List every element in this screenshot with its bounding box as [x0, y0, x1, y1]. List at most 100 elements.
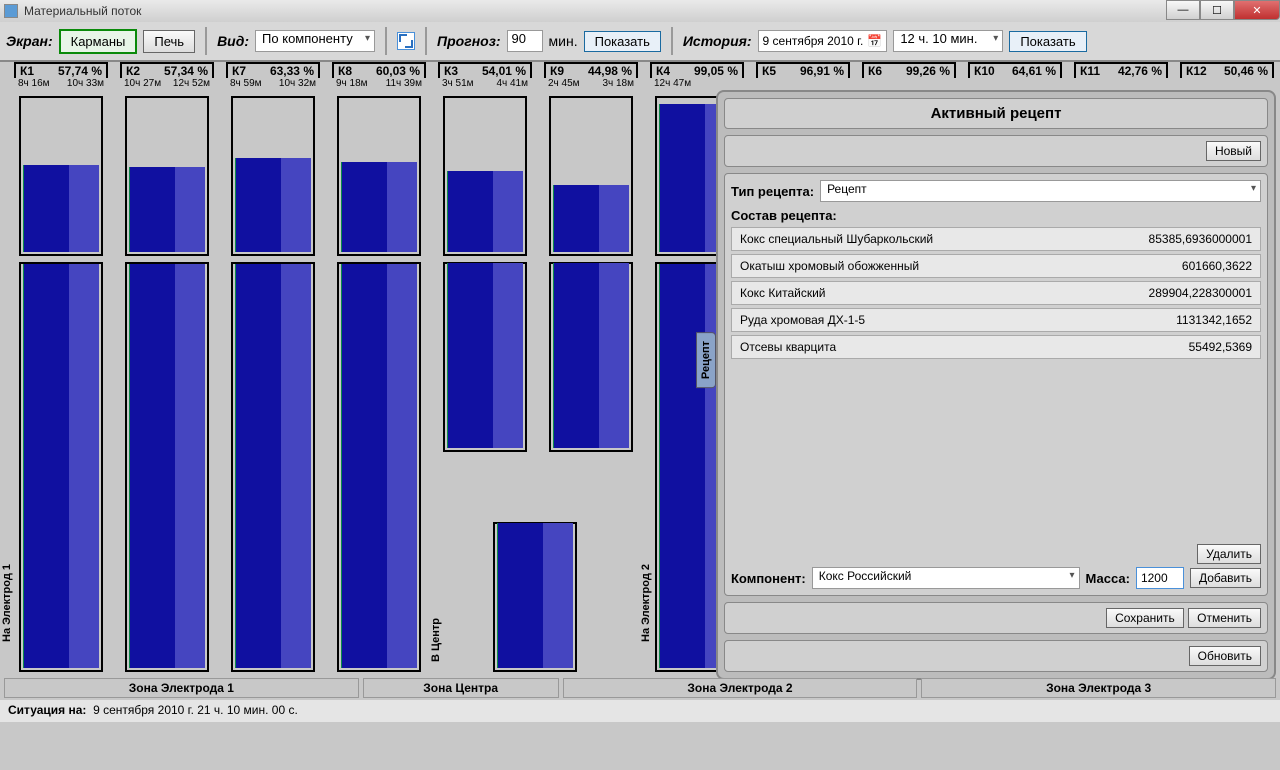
recipe-tab[interactable]: Рецепт [696, 332, 716, 388]
titlebar: Материальный поток [0, 0, 1280, 22]
component-row[interactable]: Кокс Китайский289904,228300001 [731, 281, 1261, 305]
component-row[interactable]: Руда хромовая ДХ-1-51131342,1652 [731, 308, 1261, 332]
app-icon [4, 4, 18, 18]
view-combo[interactable]: По компоненту [255, 30, 375, 52]
silo-top-bin [231, 96, 315, 256]
save-button[interactable]: Сохранить [1106, 608, 1184, 628]
toolbar: Экран: Карманы Печь Вид: По компоненту П… [0, 22, 1280, 62]
new-button[interactable]: Новый [1206, 141, 1261, 161]
screen-pockets-button[interactable]: Карманы [59, 29, 138, 54]
silo-top-bin [443, 96, 527, 256]
delete-button[interactable]: Удалить [1197, 544, 1261, 564]
separator [425, 27, 427, 55]
close-button[interactable]: ✕ [1234, 0, 1280, 20]
silo-top-bin [337, 96, 421, 256]
silo-times [756, 78, 850, 90]
silo-bottom-bin [19, 262, 103, 672]
silo-times: 2ч 45м3ч 18м [544, 78, 638, 90]
calendar-icon: 📅 [867, 34, 882, 48]
silo-header: К944,98 % [544, 62, 638, 78]
silo-times [1180, 78, 1274, 90]
silo-К11[interactable]: К1142,76 % [1074, 62, 1168, 90]
panel-new-section: Новый [724, 135, 1268, 167]
silo-bottom-bin [549, 262, 633, 452]
separator [385, 27, 387, 55]
forecast-input[interactable]: 90 [507, 30, 543, 52]
silo-times: 8ч 59м10ч 32м [226, 78, 320, 90]
component-row[interactable]: Окатыш хромовый обожженный601660,3622 [731, 254, 1261, 278]
history-time-combo[interactable]: 12 ч. 10 мин. [893, 30, 1003, 52]
history-date-picker[interactable]: 9 сентября 2010 г. 📅 [758, 30, 888, 52]
minimize-button[interactable]: — [1166, 0, 1200, 20]
silo-header: К1064,61 % [968, 62, 1062, 78]
component-row[interactable]: Кокс специальный Шубаркольский85385,6936… [731, 227, 1261, 251]
fullscreen-icon[interactable] [397, 32, 415, 50]
silo-header: К860,03 % [332, 62, 426, 78]
panel-save-section: Сохранить Отменить [724, 602, 1268, 634]
view-label: Вид: [217, 33, 249, 49]
window-buttons: — ☐ ✕ [1166, 0, 1280, 20]
silo-header: К596,91 % [756, 62, 850, 78]
mass-label: Масса: [1086, 571, 1130, 586]
zone-2: Зона Центра [363, 678, 559, 698]
separator [205, 27, 207, 55]
cancel-button[interactable]: Отменить [1188, 608, 1261, 628]
forecast-label: Прогноз: [437, 33, 500, 49]
zone-1: Зона Электрода 1 [4, 678, 359, 698]
window-title: Материальный поток [24, 4, 141, 18]
screen-label: Экран: [6, 33, 53, 49]
panel-refresh-section: Обновить [724, 640, 1268, 672]
silo-times [1074, 78, 1168, 90]
silo-bottom-bin [125, 262, 209, 672]
component-label: Компонент: [731, 571, 806, 586]
refresh-button[interactable]: Обновить [1189, 646, 1261, 666]
silo-К9[interactable]: К944,98 %2ч 45м3ч 18м [544, 62, 638, 90]
silo-header: К157,74 % [14, 62, 108, 78]
add-button[interactable]: Добавить [1190, 568, 1261, 588]
mass-input[interactable] [1136, 567, 1184, 589]
component-row[interactable]: Отсевы кварцита55492,5369 [731, 335, 1261, 359]
component-list: Кокс специальный Шубаркольский85385,6936… [731, 227, 1261, 541]
silo-header: К763,33 % [226, 62, 320, 78]
silo-top-bin [19, 96, 103, 256]
silo-times: 8ч 16м10ч 33м [14, 78, 108, 90]
screen-furnace-button[interactable]: Печь [143, 30, 195, 53]
silo-К10[interactable]: К1064,61 % [968, 62, 1062, 90]
silo-header: К1250,46 % [1180, 62, 1274, 78]
silo-К7[interactable]: К763,33 %8ч 59м10ч 32м [226, 62, 320, 90]
silo-К12[interactable]: К1250,46 % [1180, 62, 1274, 90]
component-select[interactable]: Кокс Российский [812, 567, 1080, 589]
silo-top-bin [549, 96, 633, 256]
silo-header: К354,01 % [438, 62, 532, 78]
panel-title: Активный рецепт [724, 98, 1268, 129]
silo-bottom-bin [443, 262, 527, 452]
silo-header: К699,26 % [862, 62, 956, 78]
zone-3: Зона Электрода 2 [563, 678, 918, 698]
silo-bottom-bin-merged [493, 522, 577, 672]
silo-header: К257,34 % [120, 62, 214, 78]
silo-К1[interactable]: К157,74 %8ч 16м10ч 33м [14, 62, 108, 90]
silo-К3[interactable]: К354,01 %3ч 51м4ч 41м [438, 62, 532, 90]
recipe-type-select[interactable]: Рецепт [820, 180, 1261, 202]
recipe-panel: Рецепт Активный рецепт Новый Тип рецепта… [716, 90, 1276, 680]
silo-header: К1142,76 % [1074, 62, 1168, 78]
status-bar: Ситуация на: 9 сентября 2010 г. 21 ч. 10… [0, 700, 1280, 722]
silo-bottom-bin [231, 262, 315, 672]
status-label: Ситуация на: [8, 703, 86, 717]
history-show-button[interactable]: Показать [1009, 31, 1086, 52]
silo-К8[interactable]: К860,03 %9ч 18м11ч 39м [332, 62, 426, 90]
silo-К2[interactable]: К257,34 %10ч 27м12ч 52м [120, 62, 214, 90]
vlabel-electrode2: На Электрод 2 [640, 564, 652, 642]
silo-К4[interactable]: К499,05 %12ч 47м [650, 62, 744, 90]
silo-times: 9ч 18м11ч 39м [332, 78, 426, 90]
silo-header: К499,05 % [650, 62, 744, 78]
silo-К6[interactable]: К699,26 % [862, 62, 956, 90]
history-label: История: [683, 33, 752, 49]
silo-К5[interactable]: К596,91 % [756, 62, 850, 90]
maximize-button[interactable]: ☐ [1200, 0, 1234, 20]
composition-label: Состав рецепта: [731, 208, 1261, 223]
zone-bar: Зона Электрода 1 Зона Центра Зона Электр… [4, 678, 1276, 698]
separator [671, 27, 673, 55]
forecast-show-button[interactable]: Показать [584, 31, 661, 52]
silo-times: 12ч 47м [650, 78, 744, 90]
